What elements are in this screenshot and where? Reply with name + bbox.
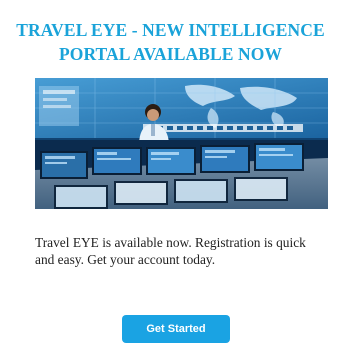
body-line-1: Travel EYE is available now. Registratio…	[35, 235, 306, 250]
headline: TRAVEL EYE - NEW INTELLIGENCE PORTAL AVA…	[16, 18, 325, 66]
body-line-2: and easy. Get your account today.	[35, 252, 216, 267]
get-started-button[interactable]: Get Started	[122, 315, 230, 343]
body-paragraph: Travel EYE is available now. Registratio…	[35, 234, 335, 268]
headline-line-1: TRAVEL EYE - NEW INTELLIGENCE	[16, 20, 325, 40]
headline-line-2: PORTAL AVAILABLE NOW	[58, 44, 283, 64]
hero-image	[35, 78, 328, 209]
email-card: TRAVEL EYE - NEW INTELLIGENCE PORTAL AVA…	[0, 0, 341, 353]
